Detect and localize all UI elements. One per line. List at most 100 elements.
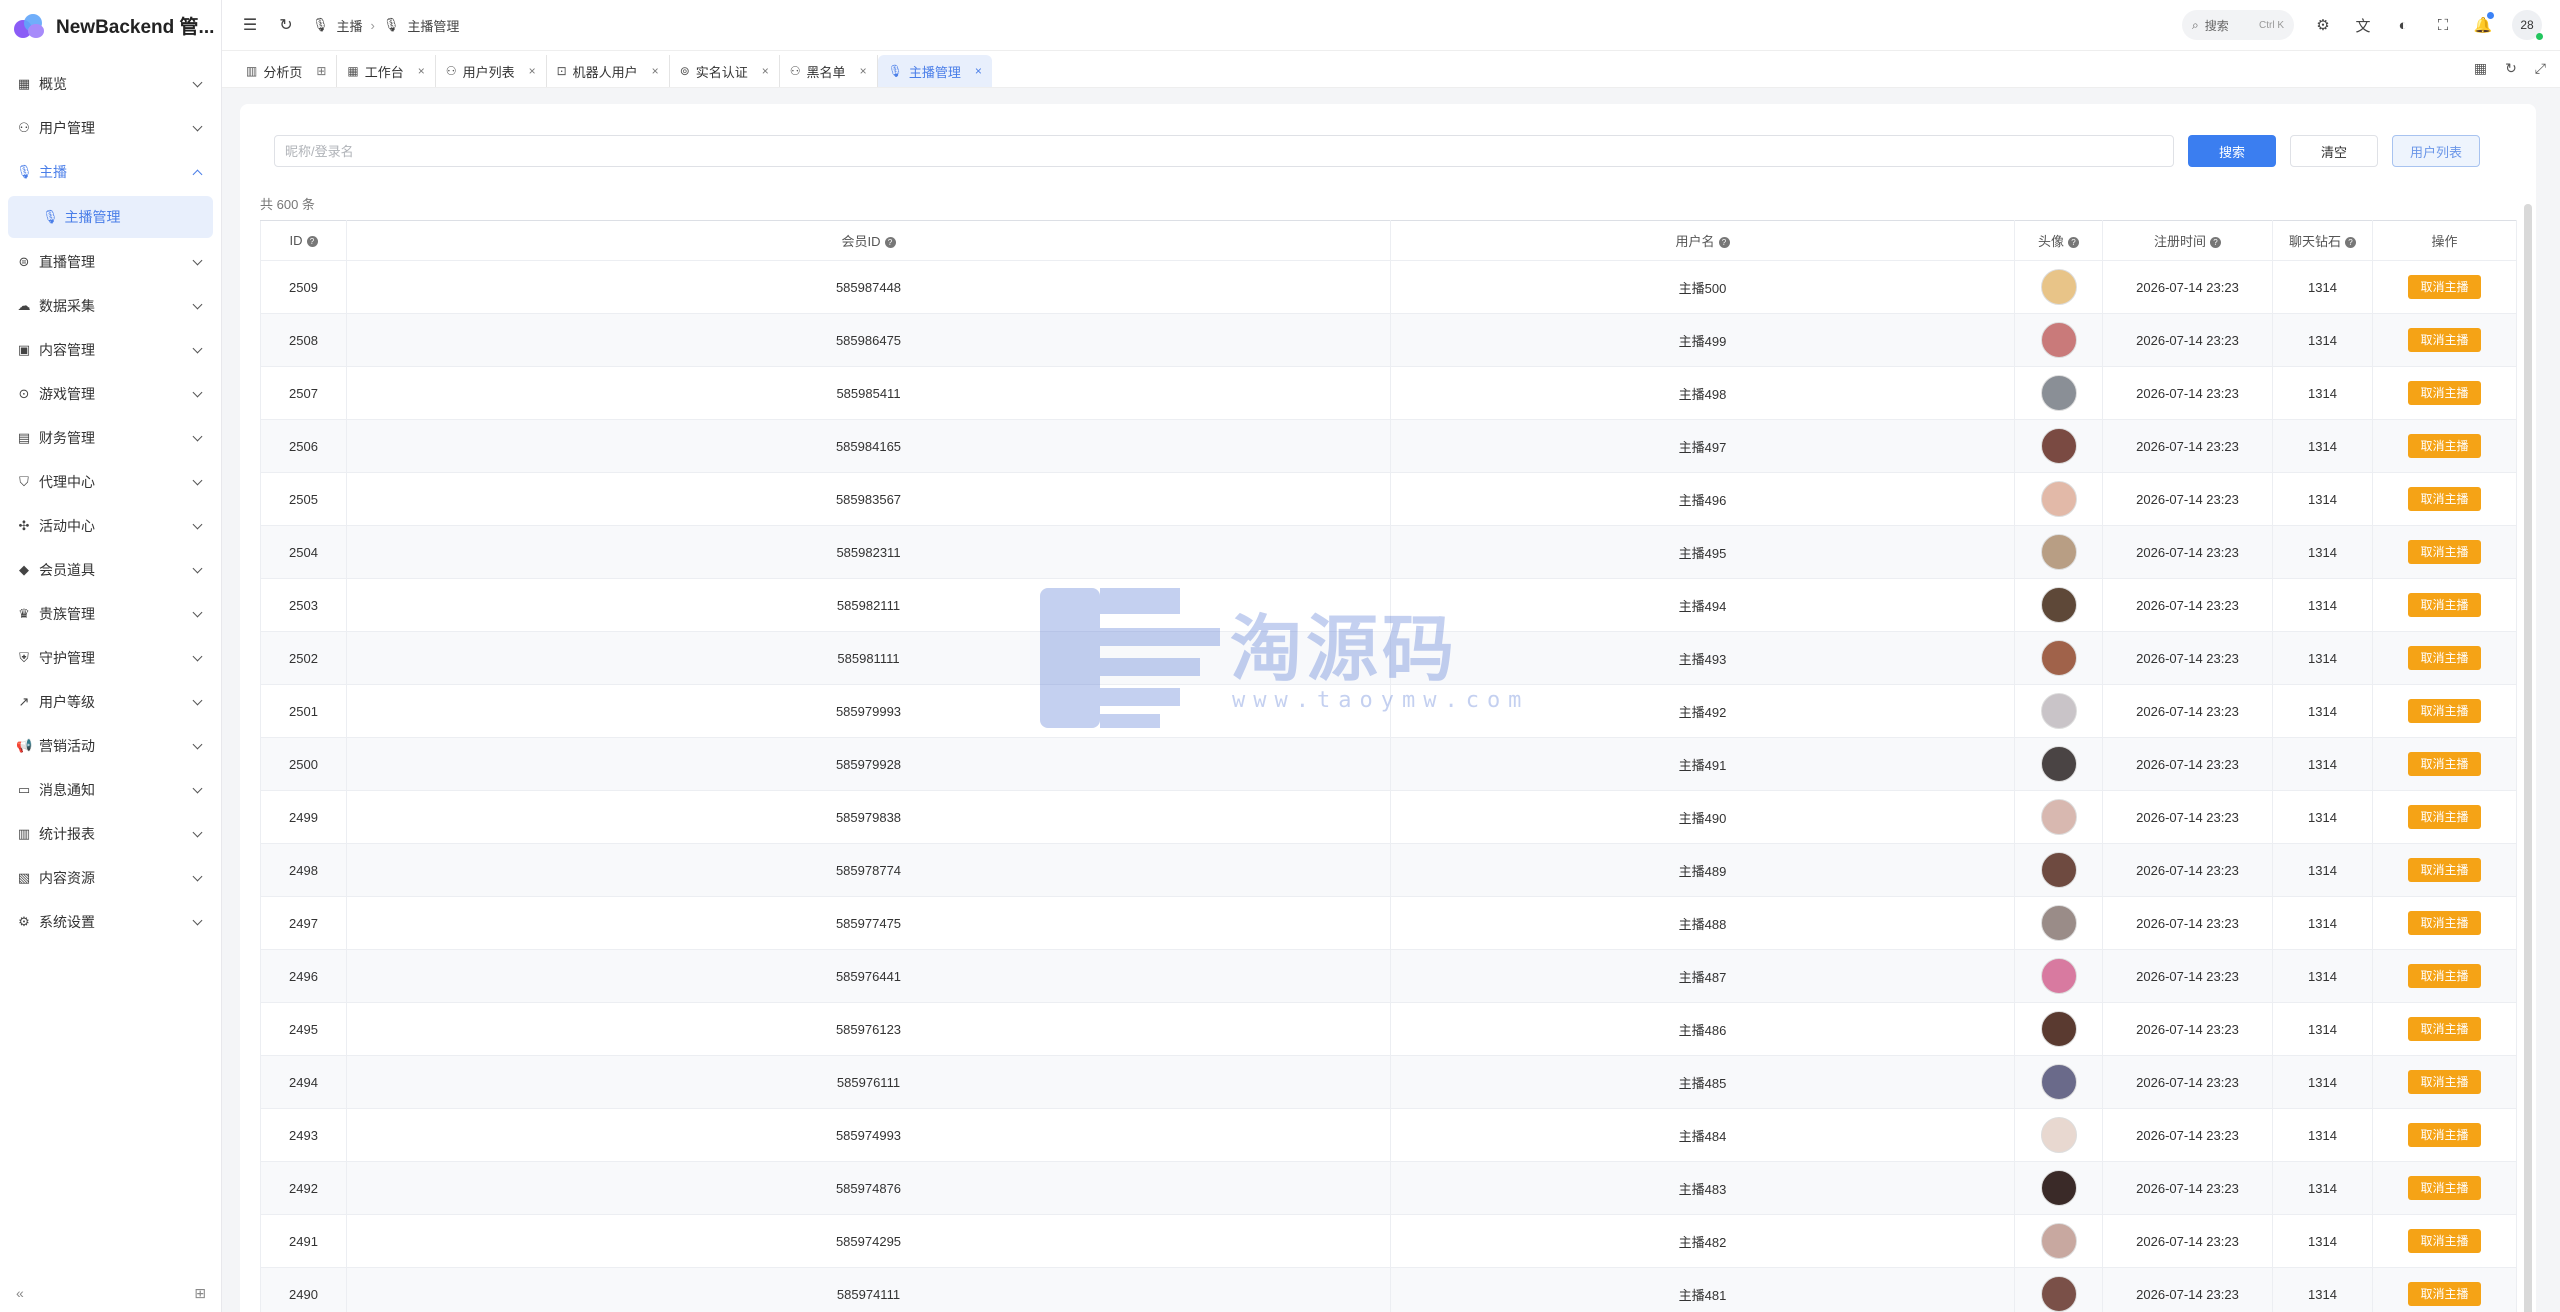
avatar[interactable]	[2040, 640, 2077, 676]
avatar[interactable]	[2040, 1011, 2077, 1047]
fullscreen-icon[interactable]: ⛶	[2432, 14, 2454, 36]
user-avatar[interactable]: 28	[2512, 10, 2543, 40]
clear-button[interactable]: 清空	[2290, 135, 2378, 167]
scrollbar-thumb[interactable]	[2524, 204, 2532, 1312]
avatar[interactable]	[2040, 746, 2077, 782]
cancel-anchor-button[interactable]: 取消主播	[2408, 646, 2481, 670]
pin-icon[interactable]: ⊞	[316, 64, 326, 78]
close-icon[interactable]: ×	[762, 64, 769, 78]
avatar[interactable]	[2040, 905, 2077, 941]
avatar[interactable]	[2040, 587, 2077, 623]
refresh-icon[interactable]: ↻	[276, 15, 296, 35]
close-icon[interactable]: ×	[418, 64, 425, 78]
cancel-anchor-button[interactable]: 取消主播	[2408, 434, 2481, 458]
sidebar-item-1[interactable]: ⚇ 用户管理	[0, 106, 221, 150]
avatar[interactable]	[2040, 1117, 2077, 1153]
pin-sidebar-icon[interactable]: ⊞	[194, 1285, 206, 1302]
logo-row[interactable]: NewBackend 管...	[0, 0, 221, 50]
collapse-sidebar-icon[interactable]: «	[16, 1285, 24, 1302]
sidebar-item-8[interactable]: ⛉ 代理中心	[0, 460, 221, 504]
avatar[interactable]	[2040, 1276, 2077, 1312]
cancel-anchor-button[interactable]: 取消主播	[2408, 593, 2481, 617]
global-search[interactable]: ⌕ 搜索 Ctrl K	[2182, 10, 2294, 40]
tab-refresh-icon[interactable]: ↻	[2505, 60, 2517, 77]
vertical-scrollbar[interactable]	[2524, 204, 2532, 1312]
avatar[interactable]	[2040, 1170, 2077, 1206]
sidebar-item-10[interactable]: ◆ 会员道具	[0, 548, 221, 592]
sidebar-item-16[interactable]: ▥ 统计报表	[0, 812, 221, 856]
cancel-anchor-button[interactable]: 取消主播	[2408, 911, 2481, 935]
sidebar-item-5[interactable]: ▣ 内容管理	[0, 328, 221, 372]
sidebar-item-9[interactable]: ✣ 活动中心	[0, 504, 221, 548]
sidebar-item-3[interactable]: ⊜ 直播管理	[0, 240, 221, 284]
sidebar-item-14[interactable]: 📢 营销活动	[0, 724, 221, 768]
cancel-anchor-button[interactable]: 取消主播	[2408, 805, 2481, 829]
tab-5[interactable]: ⚇ 黑名单 ×	[780, 55, 878, 87]
search-button[interactable]: 搜索	[2188, 135, 2276, 167]
help-icon[interactable]: ?	[1718, 237, 1730, 248]
avatar[interactable]	[2040, 428, 2077, 464]
sidebar-item-18[interactable]: ⚙ 系统设置	[0, 900, 221, 944]
cancel-anchor-button[interactable]: 取消主播	[2408, 699, 2481, 723]
avatar[interactable]	[2040, 269, 2077, 305]
tab-1[interactable]: ▦ 工作台 ×	[337, 55, 436, 87]
sidebar-item-6[interactable]: ⊙ 游戏管理	[0, 372, 221, 416]
sidebar-item-11[interactable]: ♛ 贵族管理	[0, 592, 221, 636]
avatar[interactable]	[2040, 1064, 2077, 1100]
keyword-search-input[interactable]	[274, 135, 2174, 167]
help-icon[interactable]: ?	[2210, 237, 2221, 248]
avatar[interactable]	[2040, 693, 2077, 729]
close-icon[interactable]: ×	[652, 64, 659, 78]
sidebar-item-4[interactable]: ☁ 数据采集	[0, 284, 221, 328]
theme-toggle-icon[interactable]: ◐	[2392, 14, 2414, 36]
cancel-anchor-button[interactable]: 取消主播	[2408, 1282, 2481, 1306]
tab-0[interactable]: ▥ 分析页 ⊞	[236, 55, 338, 87]
cancel-anchor-button[interactable]: 取消主播	[2408, 1176, 2481, 1200]
cancel-anchor-button[interactable]: 取消主播	[2408, 858, 2481, 882]
menu-toggle-icon[interactable]: ☰	[240, 15, 260, 35]
language-icon[interactable]: 文	[2352, 14, 2374, 36]
cancel-anchor-button[interactable]: 取消主播	[2408, 540, 2481, 564]
sidebar-subitem-anchor-manage[interactable]: 🎙 主播管理	[8, 196, 213, 238]
help-icon[interactable]: ?	[2068, 237, 2079, 248]
avatar[interactable]	[2040, 481, 2077, 517]
notification-bell-icon[interactable]: 🔔	[2472, 12, 2494, 36]
help-icon[interactable]: ?	[2345, 237, 2356, 248]
sidebar-item-12[interactable]: ⛨ 守护管理	[0, 636, 221, 680]
tab-maximize-icon[interactable]: ⤢	[2535, 60, 2546, 77]
cancel-anchor-button[interactable]: 取消主播	[2408, 964, 2481, 988]
avatar[interactable]	[2040, 958, 2077, 994]
user-list-button[interactable]: 用户列表	[2392, 135, 2480, 167]
cancel-anchor-button[interactable]: 取消主播	[2408, 275, 2481, 299]
help-icon[interactable]: ?	[884, 237, 896, 248]
sidebar-item-2[interactable]: 🎙 主播	[0, 150, 221, 194]
help-icon[interactable]: ?	[306, 236, 318, 247]
sidebar-item-0[interactable]: ▦ 概览	[0, 62, 221, 106]
avatar[interactable]	[2040, 1223, 2077, 1259]
close-icon[interactable]: ×	[975, 64, 982, 78]
sidebar-item-7[interactable]: ▤ 财务管理	[0, 416, 221, 460]
cancel-anchor-button[interactable]: 取消主播	[2408, 1229, 2481, 1253]
cancel-anchor-button[interactable]: 取消主播	[2408, 752, 2481, 776]
close-icon[interactable]: ×	[860, 64, 867, 78]
breadcrumb-item-0[interactable]: 主播	[337, 16, 363, 35]
avatar[interactable]	[2040, 375, 2077, 411]
cancel-anchor-button[interactable]: 取消主播	[2408, 487, 2481, 511]
avatar[interactable]	[2040, 534, 2077, 570]
avatar[interactable]	[2040, 322, 2077, 358]
tab-3[interactable]: ⊡ 机器人用户 ×	[547, 55, 670, 87]
cancel-anchor-button[interactable]: 取消主播	[2408, 1070, 2481, 1094]
tab-layout-icon[interactable]: ▦	[2474, 60, 2487, 77]
sidebar-item-15[interactable]: ▭ 消息通知	[0, 768, 221, 812]
avatar[interactable]	[2040, 852, 2077, 888]
tab-2[interactable]: ⚇ 用户列表 ×	[436, 55, 547, 87]
cancel-anchor-button[interactable]: 取消主播	[2408, 381, 2481, 405]
close-icon[interactable]: ×	[529, 64, 536, 78]
cancel-anchor-button[interactable]: 取消主播	[2408, 1123, 2481, 1147]
avatar[interactable]	[2040, 799, 2077, 835]
tab-4[interactable]: ⊚ 实名认证 ×	[670, 55, 780, 87]
tab-6[interactable]: 🎙 主播管理 ×	[877, 55, 992, 87]
sidebar-item-13[interactable]: ↗ 用户等级	[0, 680, 221, 724]
cancel-anchor-button[interactable]: 取消主播	[2408, 328, 2481, 352]
cancel-anchor-button[interactable]: 取消主播	[2408, 1017, 2481, 1041]
